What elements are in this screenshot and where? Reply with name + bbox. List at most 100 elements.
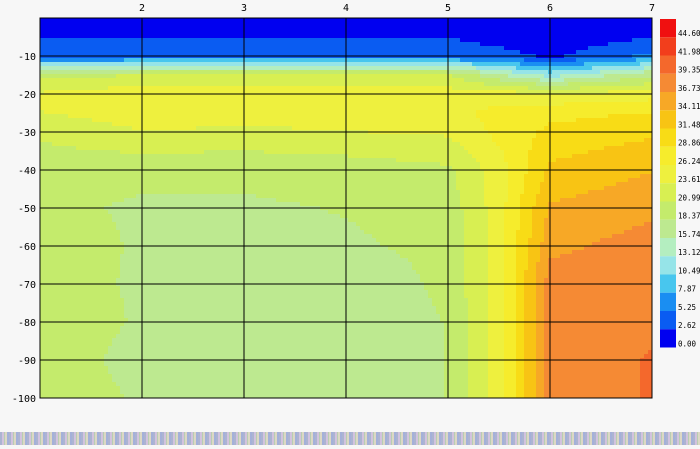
- contour-cell: [392, 146, 397, 151]
- contour-cell: [564, 138, 569, 143]
- contour-cell: [228, 50, 233, 55]
- contour-cell: [260, 50, 265, 55]
- contour-cell: [264, 110, 269, 115]
- contour-cell: [44, 114, 49, 119]
- contour-cell: [208, 94, 213, 99]
- contour-cell: [572, 66, 577, 71]
- contour-cell: [272, 122, 277, 127]
- contour-cell: [68, 70, 73, 75]
- contour-cell: [220, 122, 225, 127]
- contour-cell: [60, 34, 65, 39]
- contour-cell: [596, 50, 601, 55]
- contour-cell: [160, 126, 165, 131]
- contour-cell: [40, 98, 45, 103]
- contour-cell: [460, 50, 465, 55]
- contour-cell: [288, 34, 293, 39]
- contour-cell: [636, 38, 641, 43]
- contour-cell: [104, 82, 109, 87]
- contour-cell: [304, 22, 309, 27]
- contour-cell: [160, 146, 165, 151]
- contour-cell: [596, 38, 601, 43]
- contour-cell: [644, 134, 649, 139]
- contour-cell: [584, 78, 589, 83]
- contour-cell: [284, 114, 289, 119]
- contour-cell: [328, 102, 333, 107]
- contour-cell: [544, 62, 549, 67]
- contour-cell: [524, 122, 529, 127]
- contour-cell: [236, 70, 241, 75]
- contour-cell: [184, 70, 189, 75]
- contour-cell: [500, 46, 505, 51]
- contour-cell: [592, 38, 597, 43]
- contour-cell: [180, 122, 185, 127]
- contour-cell: [68, 62, 73, 67]
- contour-cell: [476, 134, 481, 139]
- contour-cell: [384, 34, 389, 39]
- contour-cell: [168, 126, 173, 131]
- contour-cell: [188, 62, 193, 67]
- contour-cell: [276, 142, 281, 147]
- contour-cell: [96, 34, 101, 39]
- contour-cell: [340, 106, 345, 111]
- contour-cell: [432, 98, 437, 103]
- contour-cell: [628, 118, 633, 123]
- contour-cell: [572, 22, 577, 27]
- contour-cell: [436, 126, 441, 131]
- contour-cell: [372, 70, 377, 75]
- contour-cell: [48, 138, 53, 143]
- contour-cell: [44, 78, 49, 83]
- contour-cell: [276, 42, 281, 47]
- contour-cell: [288, 126, 293, 131]
- contour-cell: [104, 26, 109, 31]
- contour-cell: [484, 110, 489, 115]
- contour-cell: [268, 138, 273, 143]
- contour-cell: [112, 66, 117, 71]
- contour-cell: [196, 50, 201, 55]
- contour-cell: [68, 82, 73, 87]
- contour-cell: [172, 86, 177, 91]
- contour-cell: [348, 122, 353, 127]
- contour-cell: [532, 70, 537, 75]
- contour-cell: [364, 38, 369, 43]
- contour-cell: [292, 70, 297, 75]
- contour-cell: [108, 58, 113, 63]
- contour-cell: [572, 70, 577, 75]
- contour-cell: [120, 134, 125, 139]
- contour-cell: [292, 122, 297, 127]
- contour-cell: [372, 34, 377, 39]
- contour-cell: [360, 118, 365, 123]
- contour-cell: [396, 142, 401, 147]
- contour-cell: [176, 70, 181, 75]
- contour-cell: [464, 106, 469, 111]
- contour-cell: [96, 118, 101, 123]
- contour-cell: [580, 138, 585, 143]
- contour-cell: [156, 74, 161, 79]
- contour-cell: [404, 62, 409, 67]
- contour-cell: [48, 46, 53, 51]
- contour-cell: [544, 42, 549, 47]
- contour-cell: [56, 126, 61, 131]
- contour-cell: [556, 94, 561, 99]
- contour-cell: [604, 22, 609, 27]
- contour-cell: [48, 26, 53, 31]
- contour-cell: [120, 146, 125, 151]
- contour-cell: [220, 62, 225, 67]
- contour-cell: [508, 78, 513, 83]
- contour-cell: [256, 146, 261, 151]
- contour-cell: [556, 30, 561, 35]
- contour-cell: [412, 70, 417, 75]
- contour-cell: [44, 62, 49, 67]
- contour-cell: [236, 98, 241, 103]
- contour-cell: [152, 62, 157, 67]
- contour-cell: [500, 106, 505, 111]
- contour-cell: [480, 110, 485, 115]
- contour-cell: [212, 122, 217, 127]
- contour-cell: [536, 98, 541, 103]
- contour-cell: [216, 70, 221, 75]
- contour-cell: [380, 134, 385, 139]
- contour-cell: [420, 134, 425, 139]
- contour-cell: [492, 26, 497, 31]
- contour-cell: [188, 110, 193, 115]
- contour-cell: [108, 34, 113, 39]
- contour-cell: [376, 70, 381, 75]
